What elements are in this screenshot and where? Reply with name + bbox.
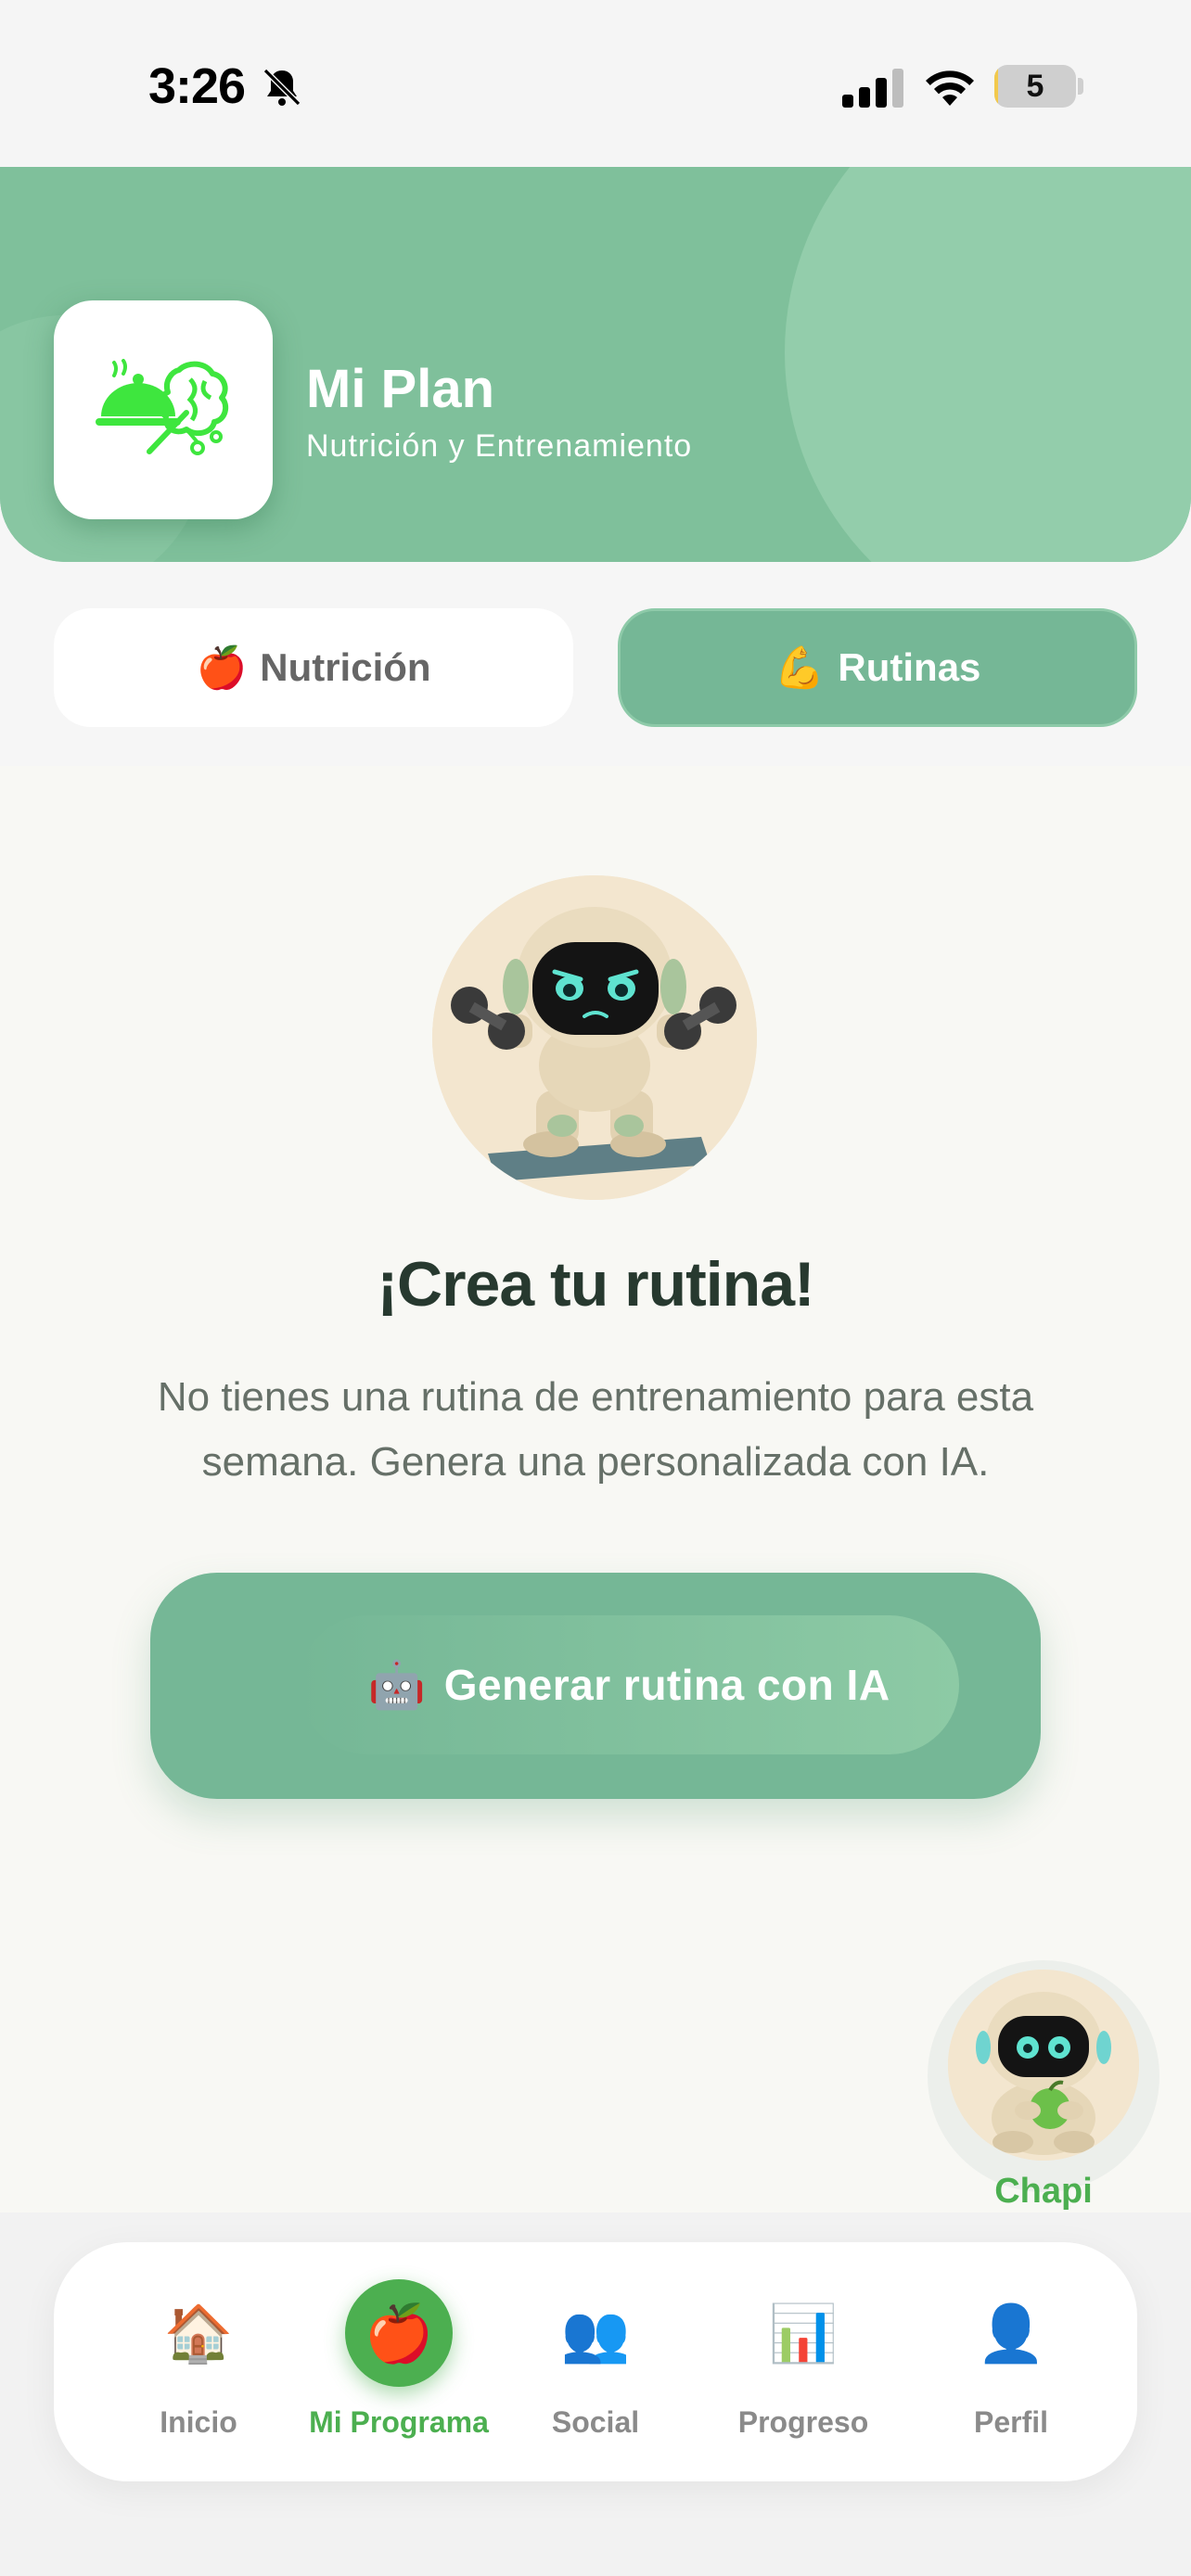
nav-label-perfil: Perfil [973,2405,1049,2439]
food-brain-logo-icon [96,359,229,455]
nav-item-inicio[interactable]: 🏠 Inicio [95,2279,302,2465]
nav-item-progreso[interactable]: 📊 Progreso [699,2279,907,2465]
status-bar: 3:26 5 [0,0,1191,167]
bell-off-icon [263,68,301,107]
plan-header: Mi Plan Nutrición y Entrenamiento [0,167,1191,562]
page-subtitle: Nutrición y Entrenamiento [306,428,693,464]
nav-label-mi-programa: Mi Programa [309,2405,489,2439]
apple-icon: 🍎 [345,2279,453,2387]
battery-icon: 5 [994,65,1076,108]
people-icon: 👥 [560,2302,631,2365]
bar-chart-icon: 📊 [768,2302,839,2365]
page-title: Mi Plan [306,359,495,419]
tab-rutinas[interactable]: 💪 Rutinas [618,608,1137,727]
generate-routine-button[interactable]: 🤖 Generar rutina con IA [150,1573,1041,1799]
nav-item-mi-programa[interactable]: 🍎 Mi Programa [295,2279,503,2465]
nav-label-social: Social [551,2405,640,2439]
empty-state-description: No tienes una rutina de entrenamiento pa… [157,1374,1034,1485]
battery-level: 5 [1026,68,1044,104]
wifi-icon [926,70,974,106]
robot-apple-avatar-icon[interactable] [948,1970,1139,2161]
status-time: 3:26 [148,58,246,114]
generate-routine-button-inner[interactable]: 🤖 Generar rutina con IA [299,1615,959,1754]
app-logo [54,300,273,519]
nav-label-progreso: Progreso [737,2405,869,2439]
tab-nutricion[interactable]: 🍎 Nutrición [54,608,573,727]
cellular-signal-icon [842,69,903,108]
chapi-assistant-button[interactable]: Chapi [928,1960,1159,2211]
chapi-label: Chapi [994,2172,1093,2211]
bottom-area: 🏠 Inicio 🍎 Mi Programa 👥 Social 📊 Progre… [0,2213,1191,2576]
flexed-biceps-icon: 💪 [774,645,826,691]
tab-rutinas-label: Rutinas [838,645,981,689]
nav-item-social[interactable]: 👥 Social [492,2279,699,2465]
tab-nutricion-label: Nutrición [260,645,431,689]
battery-tip [1078,78,1083,95]
robot-icon: 🤖 [367,1658,426,1711]
bottom-nav: 🏠 Inicio 🍎 Mi Programa 👥 Social 📊 Progre… [54,2242,1137,2481]
robot-dumbbells-illustration [432,875,757,1200]
user-icon: 👤 [976,2302,1046,2365]
tab-bar: 🍎 Nutrición 💪 Rutinas [0,562,1191,766]
home-icon: 🏠 [163,2302,234,2365]
header-decoration-circle [785,167,1191,562]
nav-item-perfil[interactable]: 👤 Perfil [907,2279,1115,2465]
generate-routine-label: Generar rutina con IA [443,1661,890,1709]
empty-state-title: ¡Crea tu rutina! [377,1249,814,1320]
apple-icon: 🍎 [196,645,248,691]
nav-label-inicio: Inicio [160,2405,237,2439]
